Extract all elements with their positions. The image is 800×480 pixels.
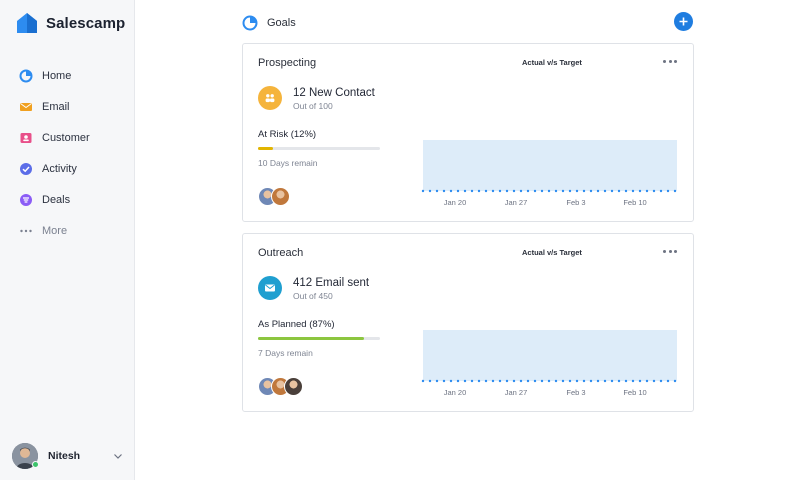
x-tick-label: Feb 10 xyxy=(623,198,646,207)
goal-target: Out of 450 xyxy=(293,291,333,301)
goal-card-outreach: Outreach Actual v/s Target 412 Email sen… xyxy=(242,233,694,412)
goal-metric: 412 Email sent xyxy=(293,277,370,289)
target-area xyxy=(423,330,677,381)
goal-chart: Jan 20 Jan 27 Feb 3 Feb 10 xyxy=(421,330,679,397)
progress-bar xyxy=(258,147,380,150)
goal-target: Out of 100 xyxy=(293,101,333,111)
home-pie-icon xyxy=(19,69,33,83)
x-tick-label: Feb 3 xyxy=(566,198,585,207)
x-tick-label: Feb 10 xyxy=(623,388,646,397)
x-tick-label: Feb 3 xyxy=(566,388,585,397)
sidebar-item-deals[interactable]: Deals xyxy=(0,184,135,215)
customer-icon xyxy=(19,131,33,145)
page-title: Goals xyxy=(267,17,296,29)
mail-icon xyxy=(258,276,282,300)
deals-icon xyxy=(19,193,33,207)
app-name: Salescamp xyxy=(46,14,126,32)
days-remaining: 10 Days remain xyxy=(258,158,318,168)
goal-card-prospecting: Prospecting Actual v/s Target 12 New Con… xyxy=(242,43,694,222)
sidebar-item-more[interactable]: More xyxy=(0,215,135,246)
goal-metric: 12 New Contact xyxy=(293,87,375,99)
x-tick-label: Jan 20 xyxy=(444,198,467,207)
avatar[interactable] xyxy=(271,187,290,206)
sidebar-item-label: Email xyxy=(42,100,70,113)
goal-chart: Jan 20 Jan 27 Feb 3 Feb 10 xyxy=(421,140,679,207)
goal-status: At Risk (12%) xyxy=(258,129,317,140)
add-goal-button[interactable] xyxy=(674,12,693,31)
sidebar-item-home[interactable]: Home xyxy=(0,60,135,91)
goal-status: As Planned (87%) xyxy=(258,319,335,330)
sidebar-item-activity[interactable]: Activity xyxy=(0,153,135,184)
goals-pie-icon xyxy=(242,15,258,31)
more-options-icon[interactable] xyxy=(663,57,677,65)
days-remaining: 7 Days remain xyxy=(258,348,313,358)
assignee-avatars xyxy=(258,377,303,397)
activity-check-icon xyxy=(19,162,33,176)
salescamp-logo-icon xyxy=(17,13,37,33)
sidebar-item-label: Activity xyxy=(42,162,77,175)
more-dots-icon xyxy=(19,224,33,238)
chart-legend: Actual v/s Target xyxy=(522,248,582,257)
x-tick-label: Jan 27 xyxy=(505,198,528,207)
x-tick-label: Jan 20 xyxy=(444,388,467,397)
people-icon xyxy=(258,86,282,110)
online-status-dot xyxy=(32,461,39,468)
x-tick-label: Jan 27 xyxy=(505,388,528,397)
user-menu[interactable]: Nitesh xyxy=(12,442,124,470)
sidebar-item-label: More xyxy=(42,224,68,237)
target-area xyxy=(423,140,677,191)
assignee-avatars xyxy=(258,187,290,207)
progress-bar xyxy=(258,337,380,340)
sidebar-item-email[interactable]: Email xyxy=(0,91,135,122)
plus-icon xyxy=(679,17,688,26)
sidebar-item-customer[interactable]: Customer xyxy=(0,122,135,153)
avatar[interactable] xyxy=(284,377,303,396)
email-icon xyxy=(19,100,33,114)
sidebar-nav: Home Email Customer Activity Deals More xyxy=(0,60,135,246)
sidebar-item-label: Customer xyxy=(42,131,90,144)
progress-fill xyxy=(258,337,365,340)
more-options-icon[interactable] xyxy=(663,247,677,255)
brand[interactable]: Salescamp xyxy=(16,12,125,34)
sidebar-item-label: Home xyxy=(42,69,72,82)
chart-legend: Actual v/s Target xyxy=(522,58,582,67)
chevron-down-icon[interactable] xyxy=(112,450,124,462)
sidebar-item-label: Deals xyxy=(42,193,71,206)
sidebar: Salescamp Home Email Customer Activity D… xyxy=(0,0,135,480)
goal-title: Outreach xyxy=(258,247,304,259)
progress-fill xyxy=(258,147,273,150)
goal-title: Prospecting xyxy=(258,57,317,69)
user-name: Nitesh xyxy=(48,450,81,462)
